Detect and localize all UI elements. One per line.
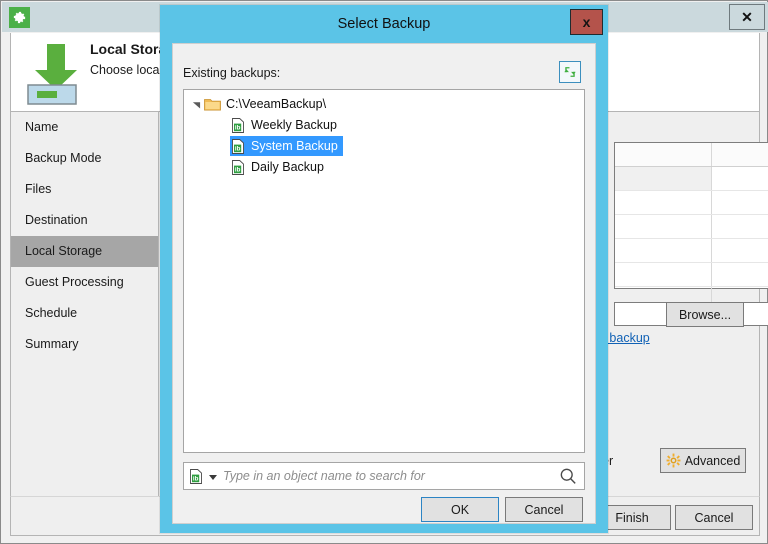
list-item[interactable]: ib Daily Backup	[230, 157, 329, 177]
wizard-cancel-button[interactable]: Cancel	[675, 505, 753, 530]
grid-cell	[712, 167, 768, 190]
search-input-placeholder: Type in an object name to search for	[223, 469, 425, 483]
grid-cell	[712, 239, 768, 262]
sidebar-item-label: Schedule	[25, 306, 78, 320]
sidebar-item-label: Files	[25, 182, 52, 196]
grid-cell	[712, 143, 768, 166]
backup-file-icon: ib	[230, 117, 246, 134]
grid-cell	[712, 263, 768, 286]
svg-text:ib: ib	[193, 475, 199, 482]
refresh-icon[interactable]	[559, 61, 581, 83]
tree-root-label: C:\VeeamBackup\	[226, 97, 327, 111]
chevron-down-icon[interactable]	[209, 474, 217, 480]
dialog-close-button[interactable]: x	[570, 9, 603, 35]
gear-icon	[666, 453, 681, 468]
grid-cell	[615, 239, 712, 262]
backup-file-icon: ib	[230, 159, 246, 176]
select-backup-dialog: Select Backup x Existing backups: C:\Vee…	[160, 5, 608, 533]
sidebar-item-backup-mode[interactable]: Backup Mode	[11, 143, 158, 174]
grid-cell	[712, 191, 768, 214]
svg-text:ib: ib	[235, 124, 241, 131]
sidebar-item-summary[interactable]: Summary	[11, 329, 158, 360]
screen-root: ✕ Local Storage Choose locall Name Backup…	[0, 0, 768, 544]
grid-cell	[712, 215, 768, 238]
sidebar-item-label: Local Storage	[25, 244, 103, 258]
magnifier-icon[interactable]	[559, 467, 577, 485]
wizard-close-button[interactable]: ✕	[729, 4, 765, 30]
dialog-title: Select Backup	[337, 16, 431, 32]
grid-cell	[615, 167, 712, 190]
svg-text:ib: ib	[235, 145, 241, 152]
sidebar-item-guest-processing[interactable]: Guest Processing	[11, 267, 158, 298]
gear-icon	[9, 7, 30, 28]
list-item[interactable]: ib System Backup	[230, 136, 343, 156]
grid-cell	[615, 263, 712, 286]
list-item-label: System Backup	[251, 139, 338, 153]
backups-tree[interactable]: C:\VeeamBackup\ ib Weekly Backup ib System …	[183, 89, 585, 453]
wizard-sidebar: Name Backup Mode Files Destination Local Sto…	[10, 112, 159, 496]
dialog-cancel-button[interactable]: Cancel	[505, 497, 583, 522]
sidebar-item-local-storage[interactable]: Local Storage	[11, 236, 158, 267]
sidebar-item-label: Summary	[25, 337, 79, 351]
folder-icon	[204, 97, 221, 111]
existing-backups-label: Existing backups:	[183, 66, 281, 80]
grid-cell	[615, 215, 712, 238]
down-arrow-icon	[25, 38, 87, 106]
backup-file-icon: ib	[188, 468, 204, 485]
list-item[interactable]: ib Weekly Backup	[230, 115, 342, 135]
table-row[interactable]	[615, 239, 768, 263]
sidebar-item-label: Guest Processing	[25, 275, 124, 289]
sidebar-item-label: Destination	[25, 213, 88, 227]
backup-files-grid[interactable]	[614, 142, 768, 311]
grid-header-row	[615, 143, 768, 167]
sidebar-item-name[interactable]: Name	[11, 112, 158, 143]
table-row[interactable]	[615, 215, 768, 239]
advanced-button-label: Advanced	[684, 453, 741, 468]
sidebar-item-label: Name	[25, 120, 59, 134]
grid-cell	[615, 191, 712, 214]
svg-text:ib: ib	[235, 166, 241, 173]
table-row[interactable]	[615, 167, 768, 191]
list-item-label: Daily Backup	[251, 160, 324, 174]
sidebar-item-label: Backup Mode	[25, 151, 102, 165]
list-item-label: Weekly Backup	[251, 118, 337, 132]
search-input[interactable]: ib Type in an object name to search for	[183, 462, 585, 490]
tree-root-node[interactable]: C:\VeeamBackup\	[184, 94, 584, 114]
table-row[interactable]	[615, 191, 768, 215]
chevron-down-icon[interactable]	[190, 98, 202, 110]
page-subtitle: Choose locall	[90, 63, 166, 77]
table-row[interactable]	[615, 263, 768, 287]
grid-cell	[615, 143, 712, 166]
sidebar-item-destination[interactable]: Destination	[11, 205, 158, 236]
advanced-button[interactable]: Advanced	[660, 448, 746, 473]
browse-button[interactable]: Browse...	[666, 302, 744, 327]
dialog-body: Existing backups: C:\VeeamBackup\ ib Wee…	[172, 43, 596, 524]
backup-file-icon: ib	[230, 138, 246, 155]
sidebar-item-schedule[interactable]: Schedule	[11, 298, 158, 329]
sidebar-item-files[interactable]: Files	[11, 174, 158, 205]
ok-button[interactable]: OK	[421, 497, 499, 522]
